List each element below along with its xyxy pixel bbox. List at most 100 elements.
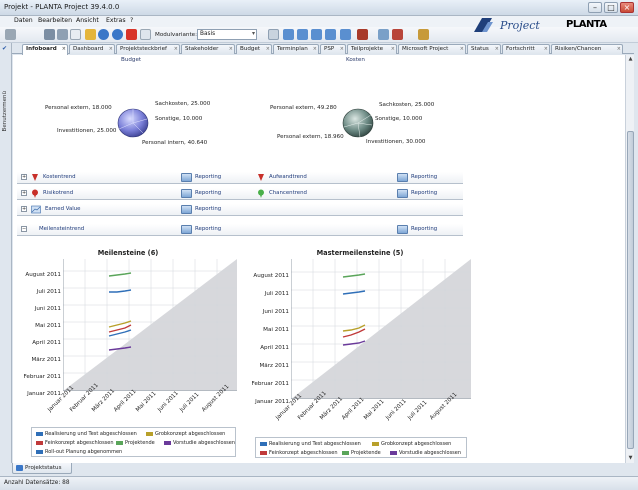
tab-fortschritt[interactable]: Fortschritt × <box>502 44 550 54</box>
x-tick-label: Juli 2011 <box>407 399 429 422</box>
y-tick-label: April 2011 <box>32 340 61 346</box>
maximize-button[interactable]: □ <box>604 2 618 13</box>
reporting-link[interactable]: Reporting <box>195 226 221 232</box>
tab-label: Dashboard <box>73 46 104 52</box>
scroll-down-icon[interactable]: ▼ <box>627 455 634 462</box>
close-tab-icon[interactable]: × <box>313 46 317 52</box>
legend-label: Feinkonzept abgeschlossen <box>269 450 338 456</box>
tab-status[interactable]: Status × <box>467 44 501 54</box>
insert-row-icon[interactable] <box>283 29 294 40</box>
close-tab-icon[interactable]: × <box>174 46 178 52</box>
reporting-icon[interactable] <box>181 225 192 234</box>
home-icon[interactable] <box>392 29 403 40</box>
filter-icon[interactable] <box>57 29 68 40</box>
tab-budget[interactable]: Budget × <box>236 44 272 54</box>
risikotrend-link[interactable]: Risikotrend <box>43 190 73 196</box>
scrollbar-thumb[interactable] <box>627 131 634 449</box>
module-variant-label: Modulvariante: <box>155 32 197 38</box>
kosten-label-personal-extern-2: Personal extern, 18.960 <box>277 134 344 140</box>
menu-help[interactable]: ? <box>130 17 133 24</box>
expand-icon[interactable]: + <box>21 190 27 196</box>
link-icon[interactable] <box>378 29 389 40</box>
tab-bar: Infoboard × Dashboard × Projektsteckbrief ×… <box>12 43 634 55</box>
close-tab-icon[interactable]: × <box>266 46 270 52</box>
close-tab-icon[interactable]: × <box>62 46 66 52</box>
reporting-link[interactable]: Reporting <box>195 206 221 212</box>
kostentrend-link[interactable]: Kostentrend <box>43 174 76 180</box>
close-tab-icon[interactable]: × <box>340 46 344 52</box>
budget-label-sonstige: Sonstige, 10.000 <box>155 116 203 122</box>
reporting-link[interactable]: Reporting <box>195 190 221 196</box>
tab-risiken-chancen[interactable]: Risiken/Chancen × <box>551 44 623 54</box>
close-tab-icon[interactable]: × <box>460 46 464 52</box>
aufwandtrend-link[interactable]: Aufwandtrend <box>269 174 307 180</box>
side-panel-label[interactable]: Benutzermenü <box>2 91 8 131</box>
reporting-link[interactable]: Reporting <box>411 174 437 180</box>
menu-extras[interactable]: Extras <box>106 17 126 24</box>
close-tab-icon[interactable]: × <box>391 46 395 52</box>
kosten-label-investitionen: Investitionen, 30.000 <box>366 139 426 145</box>
document-icon[interactable] <box>70 29 81 40</box>
tab-projektsteckbrief[interactable]: Projektsteckbrief × <box>116 44 180 54</box>
close-tab-icon[interactable]: × <box>109 46 113 52</box>
grid-icon[interactable] <box>268 29 279 40</box>
menu-daten[interactable]: Daten <box>14 17 33 24</box>
menu-ansicht[interactable]: Ansicht <box>76 17 99 24</box>
close-tab-icon[interactable]: × <box>495 46 499 52</box>
tab-teilprojekte[interactable]: Teilprojekte × <box>347 44 397 54</box>
insert-child-icon[interactable] <box>297 29 308 40</box>
chancentrend-link[interactable]: Chancentrend <box>269 190 307 196</box>
y-tick-label: Juli 2011 <box>36 289 61 295</box>
meilensteintrend-link[interactable]: Meilensteintrend <box>39 226 84 232</box>
y-axis-labels: August 2011 Juli 2011 Juni 2011 Mai 2011… <box>17 255 62 397</box>
indent-icon[interactable] <box>311 29 322 40</box>
reporting-icon[interactable] <box>397 189 408 198</box>
pin-icon[interactable]: ✔ <box>2 45 10 53</box>
reporting-link[interactable]: Reporting <box>411 190 437 196</box>
book-icon[interactable] <box>418 29 429 40</box>
save-icon[interactable] <box>44 29 55 40</box>
tab-projektstatus[interactable]: Projektstatus <box>12 463 72 474</box>
reporting-link[interactable]: Reporting <box>411 226 437 232</box>
meilensteine-chart: Meilensteine (6) August 2011 Juli 2011 J… <box>17 245 239 460</box>
minimize-button[interactable]: – <box>588 2 602 13</box>
scroll-up-icon[interactable]: ▲ <box>627 56 634 63</box>
close-tab-icon[interactable]: × <box>229 46 233 52</box>
close-button[interactable]: × <box>620 2 634 13</box>
earned-value-link[interactable]: Earned Value <box>45 206 81 212</box>
tab-microsoft-project[interactable]: Microsoft Project × <box>398 44 466 54</box>
expand-icon[interactable]: + <box>21 174 27 180</box>
expand-icon[interactable]: + <box>21 206 27 212</box>
redo-icon[interactable] <box>112 29 123 40</box>
reporting-icon[interactable] <box>181 205 192 214</box>
tab-infoboard[interactable]: Infoboard × <box>22 44 68 55</box>
menu-bearbeiten[interactable]: Bearbeiten <box>38 17 72 24</box>
vertical-scrollbar[interactable]: ▲ ▼ <box>625 55 634 463</box>
x-tick-label: März 2011 <box>91 388 117 414</box>
new-icon[interactable] <box>5 29 16 40</box>
close-tab-icon[interactable]: × <box>617 46 621 52</box>
close-tab-icon[interactable]: × <box>544 46 548 52</box>
move-icon[interactable] <box>340 29 351 40</box>
x-tick-label: April 2011 <box>341 396 366 422</box>
delete-icon[interactable] <box>126 29 137 40</box>
module-variant-select[interactable]: Basis ▾ <box>197 29 257 40</box>
legend-swatch <box>260 441 267 446</box>
tab-stakeholder[interactable]: Stakeholder × <box>181 44 235 54</box>
tools-icon[interactable] <box>357 29 368 40</box>
collapse-icon[interactable]: − <box>21 226 27 232</box>
folder-icon[interactable] <box>85 29 96 40</box>
reporting-icon[interactable] <box>181 189 192 198</box>
reporting-icon[interactable] <box>397 173 408 182</box>
reporting-link[interactable]: Reporting <box>195 174 221 180</box>
tab-dashboard[interactable]: Dashboard × <box>69 44 115 54</box>
legend-item: Feinkonzept abgeschlossen <box>36 440 114 446</box>
undo-icon[interactable] <box>98 29 109 40</box>
reporting-icon[interactable] <box>397 225 408 234</box>
tab-terminplan[interactable]: Terminplan × <box>273 44 319 54</box>
project-logo-mark <box>474 18 493 32</box>
tab-psp[interactable]: PSP × <box>320 44 346 54</box>
copy-icon[interactable] <box>140 29 151 40</box>
outdent-icon[interactable] <box>325 29 336 40</box>
reporting-icon[interactable] <box>181 173 192 182</box>
